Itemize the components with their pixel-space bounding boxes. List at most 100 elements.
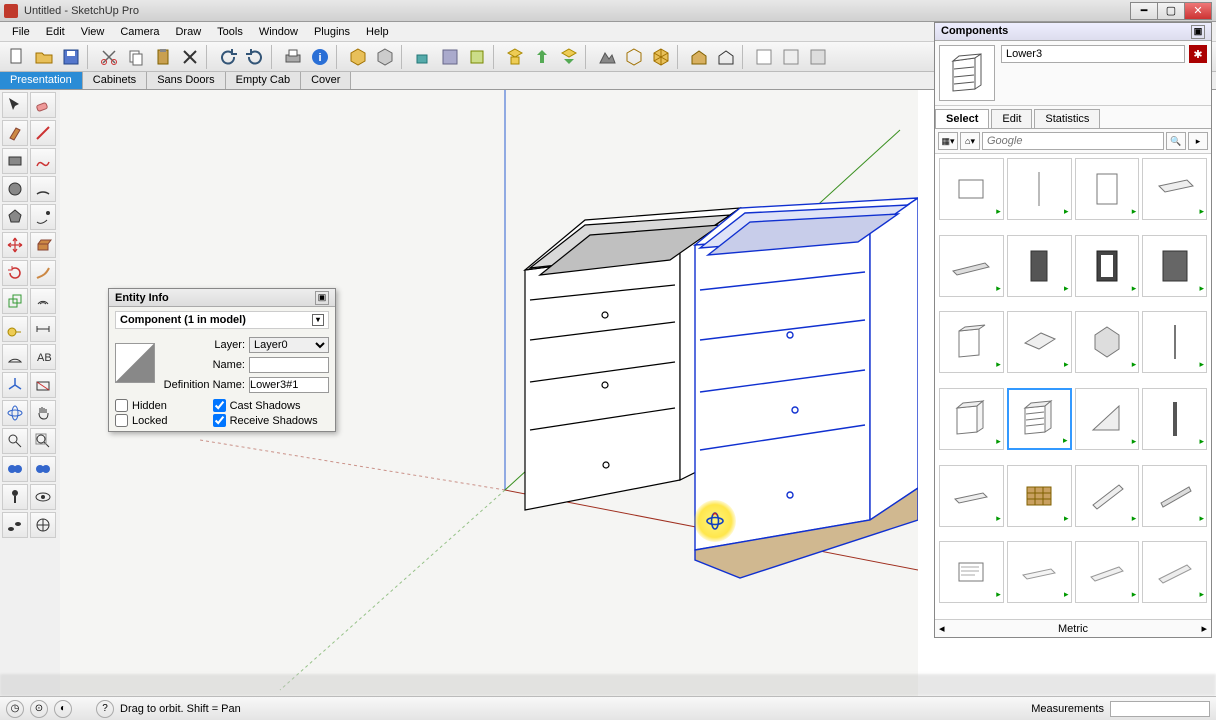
print-button[interactable] — [280, 45, 306, 69]
3dtext-tool[interactable] — [30, 204, 56, 230]
open-file-button[interactable] — [31, 45, 57, 69]
next-view-tool[interactable] — [30, 456, 56, 482]
components-name-input[interactable] — [1001, 45, 1185, 63]
position-camera-tool[interactable] — [2, 484, 28, 510]
status-help-icon[interactable]: ? — [96, 700, 114, 718]
component-thumbnail[interactable]: ▸ — [939, 158, 1004, 220]
component-thumbnail[interactable]: ▸ — [1142, 158, 1207, 220]
zoom-tool[interactable] — [2, 428, 28, 454]
component-thumbnail[interactable]: ▸ — [1007, 388, 1072, 450]
send-out-button[interactable] — [556, 45, 582, 69]
components-search-button[interactable]: 🔍 — [1166, 132, 1186, 150]
previous-view-tool[interactable] — [2, 456, 28, 482]
components-panel[interactable]: Components ▣ ✱ Select Edit Statistics ▦▾… — [934, 22, 1212, 638]
components-nav-prev-button[interactable]: ◂ — [939, 622, 945, 635]
window-minimize-button[interactable]: ━ — [1130, 2, 1158, 20]
components-tab-edit[interactable]: Edit — [991, 109, 1032, 128]
entity-info-menu-button[interactable]: ▾ — [312, 314, 324, 326]
component-thumbnail[interactable]: ▸ — [1142, 465, 1207, 527]
menu-plugins[interactable]: Plugins — [306, 24, 358, 40]
cast-shadows-checkbox[interactable]: Cast Shadows — [213, 399, 329, 412]
pan-tool[interactable] — [30, 400, 56, 426]
definition-name-input[interactable] — [249, 377, 329, 393]
menu-file[interactable]: File — [4, 24, 38, 40]
dimension-tool[interactable] — [30, 316, 56, 342]
view-style3-button[interactable] — [805, 45, 831, 69]
xray-button[interactable] — [437, 45, 463, 69]
menu-tools[interactable]: Tools — [209, 24, 251, 40]
component-thumbnail[interactable]: ▸ — [1075, 158, 1140, 220]
pushpull-tool[interactable] — [30, 232, 56, 258]
lookaround-tool[interactable] — [30, 484, 56, 510]
freehand-tool[interactable] — [30, 148, 56, 174]
component-thumbnail[interactable]: ▸ — [1007, 235, 1072, 297]
select-tool[interactable] — [2, 92, 28, 118]
component-edit-button[interactable] — [372, 45, 398, 69]
send-up-button[interactable] — [529, 45, 555, 69]
copy-button[interactable] — [123, 45, 149, 69]
view-style1-button[interactable] — [751, 45, 777, 69]
components-nav-next-button[interactable]: ▸ — [1201, 622, 1207, 635]
arc-tool[interactable] — [30, 176, 56, 202]
components-tab-select[interactable]: Select — [935, 109, 989, 128]
components-view-mode-button[interactable]: ▦▾ — [938, 132, 958, 150]
receive-shadows-checkbox[interactable]: Receive Shadows — [213, 414, 329, 427]
undo-button[interactable] — [215, 45, 241, 69]
menu-window[interactable]: Window — [251, 24, 306, 40]
components-grid[interactable]: ▸▸▸▸▸▸▸▸▸▸▸▸▸▸▸▸▸▸▸▸▸▸▸▸ — [935, 154, 1211, 619]
warehouse-house-button[interactable] — [713, 45, 739, 69]
components-favorite-button[interactable]: ✱ — [1189, 45, 1207, 63]
send-button[interactable] — [502, 45, 528, 69]
protractor-tool[interactable] — [2, 344, 28, 370]
component-thumbnail[interactable]: ▸ — [1075, 311, 1140, 373]
hidden-checkbox[interactable]: Hidden — [115, 399, 205, 412]
warehouse-building-button[interactable] — [686, 45, 712, 69]
scene-tab-empty-cab[interactable]: Empty Cab — [226, 72, 301, 89]
component-thumbnail[interactable]: ▸ — [1007, 311, 1072, 373]
components-expand-button[interactable]: ▸ — [1188, 132, 1208, 150]
components-home-button[interactable]: ⌂▾ — [960, 132, 980, 150]
component-thumbnail[interactable]: ▸ — [939, 235, 1004, 297]
save-button[interactable] — [58, 45, 84, 69]
layer-select[interactable]: Layer0 — [249, 337, 329, 353]
scene-tab-presentation[interactable]: Presentation — [0, 72, 83, 89]
view-style2-button[interactable] — [778, 45, 804, 69]
text-tool[interactable]: ABC — [30, 344, 56, 370]
status-credits-icon[interactable]: ⊙ — [30, 700, 48, 718]
scale-tool[interactable] — [2, 288, 28, 314]
component-thumbnail[interactable]: ▸ — [1142, 311, 1207, 373]
component-thumbnail[interactable]: ▸ — [1142, 541, 1207, 603]
component-thumbnail[interactable]: ▸ — [1007, 158, 1072, 220]
window-close-button[interactable]: ✕ — [1184, 2, 1212, 20]
components-tab-statistics[interactable]: Statistics — [1034, 109, 1100, 128]
rotate-tool[interactable] — [2, 260, 28, 286]
scene-tab-cover[interactable]: Cover — [301, 72, 351, 89]
components-search-input[interactable] — [982, 132, 1164, 150]
move-tool[interactable] — [2, 232, 28, 258]
menu-draw[interactable]: Draw — [167, 24, 209, 40]
axes-tool[interactable] — [2, 372, 28, 398]
photo-texture-button[interactable] — [648, 45, 674, 69]
component-thumbnail[interactable]: ▸ — [1007, 465, 1072, 527]
orbit-tool[interactable] — [2, 400, 28, 426]
rectangle-tool[interactable] — [2, 148, 28, 174]
tape-tool[interactable] — [2, 316, 28, 342]
window-maximize-button[interactable]: ▢ — [1157, 2, 1185, 20]
component-thumbnail[interactable]: ▸ — [1075, 388, 1140, 450]
component-thumbnail[interactable]: ▸ — [1142, 235, 1207, 297]
line-tool[interactable] — [30, 120, 56, 146]
entity-info-close-button[interactable]: ▣ — [315, 291, 329, 305]
component-thumbnail[interactable]: ▸ — [939, 465, 1004, 527]
component-thumbnail[interactable]: ▸ — [1142, 388, 1207, 450]
component-thumbnail[interactable]: ▸ — [1075, 541, 1140, 603]
toggle-terrain-button[interactable] — [621, 45, 647, 69]
section-button[interactable] — [464, 45, 490, 69]
cut-button[interactable] — [96, 45, 122, 69]
paste-button[interactable] — [150, 45, 176, 69]
zoomextents-tool[interactable] — [30, 428, 56, 454]
paint-tool[interactable] — [2, 120, 28, 146]
menu-edit[interactable]: Edit — [38, 24, 73, 40]
shadows-button[interactable] — [410, 45, 436, 69]
locked-checkbox[interactable]: Locked — [115, 414, 205, 427]
circle-tool[interactable] — [2, 176, 28, 202]
